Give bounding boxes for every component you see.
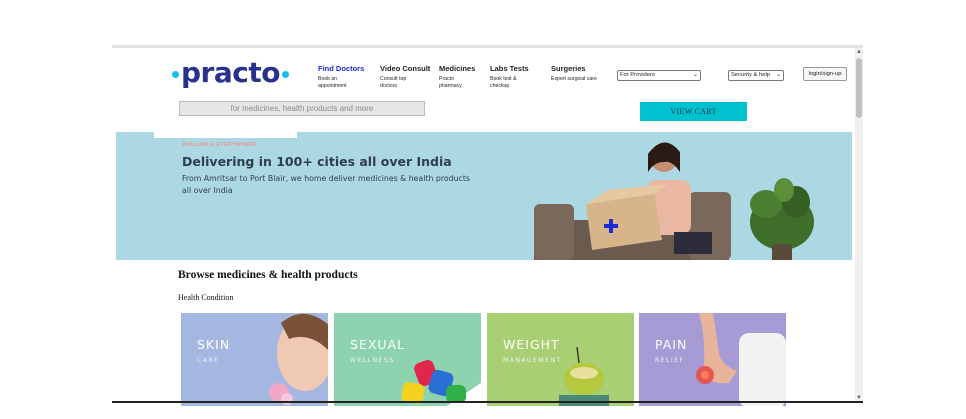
nav-video-consult-sub: Consult top doctors xyxy=(380,76,407,89)
security-help-value: Security & help xyxy=(731,72,770,78)
nav-surgeries[interactable]: Surgeries Expert surgical care xyxy=(551,64,617,83)
scroll-up-icon[interactable]: ▲ xyxy=(856,49,862,55)
nav-surgeries-title: Surgeries xyxy=(551,64,586,73)
nav-lab-tests-sub: Book test & checkup xyxy=(490,76,517,89)
category-weight-management[interactable]: WEIGHT MANAGEMENT xyxy=(487,313,634,406)
chevron-down-icon: ⌄ xyxy=(692,72,698,78)
nav-medicines-sub: Practo pharmacy xyxy=(439,76,462,89)
login-signup-button[interactable]: login/sign-up xyxy=(803,67,847,81)
banner-illustration xyxy=(534,142,814,260)
browse-section-title: Browse medicines & health products xyxy=(178,269,358,281)
nav-find-doctors-sub: Book an appointment xyxy=(318,76,347,89)
logo-dot-right xyxy=(281,70,289,78)
nav-lab-tests[interactable]: Labs Tests Book test & checkup xyxy=(490,64,556,89)
category-pain-relief[interactable]: PAIN RELIEF xyxy=(639,313,786,406)
security-help-select[interactable]: Security & help ⌄ xyxy=(728,70,784,81)
for-providers-value: For Providers xyxy=(620,72,655,78)
banner-notch xyxy=(154,132,297,138)
nav-video-consult[interactable]: Video Consult Consult top doctors xyxy=(380,64,446,89)
for-providers-select[interactable]: For Providers ⌄ xyxy=(617,70,701,81)
logo-text: practo xyxy=(181,56,280,89)
weight-management-image xyxy=(559,346,609,406)
nav-surgeries-sub: Expert surgical care xyxy=(551,76,597,82)
view-cart-button[interactable]: VIEW CART xyxy=(640,102,747,121)
nav-find-doctors[interactable]: Find Doctors Book an appointment xyxy=(318,64,384,89)
pain-relief-image xyxy=(696,313,786,406)
search-input[interactable]: for medicines, health products and more xyxy=(179,101,425,116)
health-condition-label: Health Condition xyxy=(178,293,234,302)
banner-title: Delivering in 100+ cities all over India xyxy=(182,154,452,169)
practo-logo[interactable]: practo xyxy=(170,56,291,89)
vertical-scrollbar[interactable]: ▲ ▼ xyxy=(855,48,863,403)
browser-viewport: practo Find Doctors Book an appointment … xyxy=(112,45,863,406)
nav-video-consult-title: Video Consult xyxy=(380,64,431,73)
category-sexual-wellness[interactable]: SEXUAL WELLNESS xyxy=(334,313,481,406)
category-skin-care[interactable]: SKIN CARE xyxy=(181,313,328,406)
nav-find-doctors-title: Find Doctors xyxy=(318,64,365,73)
chevron-down-icon: ⌄ xyxy=(775,72,781,78)
banner-tag: AVAILABLE EVERYWHERE xyxy=(182,142,258,148)
frame-bottom-border xyxy=(112,401,863,403)
skin-care-image xyxy=(269,314,328,405)
delivery-banner[interactable]: AVAILABLE EVERYWHERE Delivering in 100+ … xyxy=(116,132,852,260)
sexual-wellness-image xyxy=(401,359,481,406)
logo-dot-left xyxy=(172,70,179,78)
scrollbar-thumb[interactable] xyxy=(856,58,862,118)
nav-lab-tests-title: Labs Tests xyxy=(490,64,529,73)
banner-subtitle: From Amritsar to Port Blair, we home del… xyxy=(182,174,470,195)
plant-image xyxy=(750,178,814,260)
